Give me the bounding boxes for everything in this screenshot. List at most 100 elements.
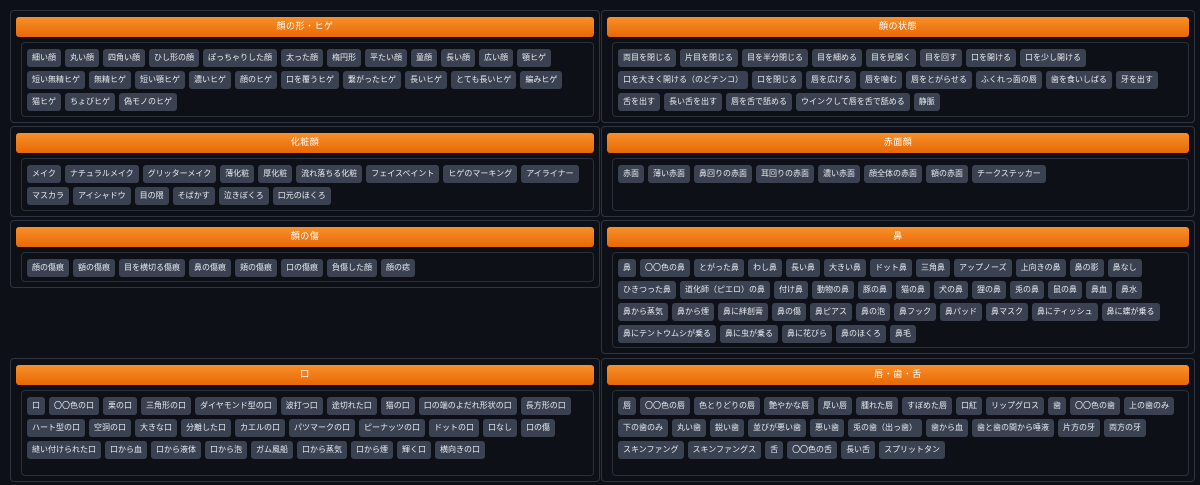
tag-chip[interactable]: 厚化粧	[258, 165, 293, 183]
tag-chip[interactable]: 歯	[1048, 397, 1066, 415]
tag-chip[interactable]: ひし形の顔	[149, 49, 199, 67]
tag-chip[interactable]: 鼻から蒸気	[618, 303, 668, 321]
tag-chip[interactable]: 薄い赤面	[648, 165, 690, 183]
tag-chip[interactable]: ガム風船	[251, 441, 293, 459]
tag-chip[interactable]: 栗の口	[103, 397, 137, 415]
tag-chip[interactable]: 狸の鼻	[972, 281, 1006, 299]
tag-chip[interactable]: 額の傷痕	[73, 259, 115, 277]
tag-chip[interactable]: 鼻血	[1086, 281, 1112, 299]
section-header[interactable]: 口	[16, 365, 594, 385]
tag-chip[interactable]: 口から泡	[205, 441, 247, 459]
tag-chip[interactable]: 厚い唇	[818, 397, 852, 415]
tag-chip[interactable]: 口を大きく開ける（のどチンコ）	[618, 71, 748, 89]
tag-chip[interactable]: 〇〇色の口	[49, 397, 99, 415]
tag-chip[interactable]: 上向きの鼻	[1015, 259, 1066, 277]
tag-chip[interactable]: 鼻パッド	[940, 303, 982, 321]
tag-chip[interactable]: 猫の鼻	[896, 281, 930, 299]
tag-chip[interactable]: 鼻水	[1116, 281, 1142, 299]
tag-chip[interactable]: 負傷した顔	[327, 259, 377, 277]
tag-chip[interactable]: ドットの口	[429, 419, 479, 437]
section-header[interactable]: 唇・歯・舌	[607, 365, 1189, 385]
tag-chip[interactable]: 猫の口	[380, 397, 415, 415]
tag-chip[interactable]: 分離した口	[181, 419, 231, 437]
tag-chip[interactable]: ハート型の口	[27, 419, 85, 437]
tag-chip[interactable]: フェイスペイント	[366, 165, 440, 183]
tag-chip[interactable]: 口から蒸気	[297, 441, 347, 459]
tag-chip[interactable]: 顎ヒゲ	[517, 49, 551, 67]
tag-chip[interactable]: 口を開ける	[966, 49, 1016, 67]
tag-chip[interactable]: スプリットタン	[879, 441, 946, 459]
tag-chip[interactable]: 薄化粧	[220, 165, 255, 183]
tag-chip[interactable]: 猫ヒゲ	[27, 93, 61, 111]
tag-chip[interactable]: 口から血	[105, 441, 147, 459]
tag-chip[interactable]: 唇を広げる	[806, 71, 856, 89]
tag-chip[interactable]: 鼻の泡	[856, 303, 890, 321]
tag-chip[interactable]: 細い顔	[27, 49, 61, 67]
tag-chip[interactable]: 鼻フック	[894, 303, 936, 321]
tag-chip[interactable]: 横向きの口	[435, 441, 485, 459]
tag-chip[interactable]: ヒゲのマーキング	[443, 165, 518, 183]
tag-chip[interactable]: 丸い歯	[672, 419, 706, 437]
tag-chip[interactable]: 唇を噛む	[860, 71, 902, 89]
tag-chip[interactable]: パツマークの口	[289, 419, 355, 437]
tag-chip[interactable]: 上の歯のみ	[1124, 397, 1174, 415]
tag-chip[interactable]: 唇	[618, 397, 636, 415]
tag-chip[interactable]: 鼻毛	[890, 325, 916, 343]
tag-chip[interactable]: 口の端のよだれ形状の口	[418, 397, 517, 415]
tag-chip[interactable]: 口	[27, 397, 45, 415]
tag-chip[interactable]: 濃い赤面	[818, 165, 860, 183]
tag-chip[interactable]: アイシャドウ	[73, 187, 131, 205]
tag-chip[interactable]: 鼻のほくろ	[836, 325, 886, 343]
tag-chip[interactable]: 付け鼻	[774, 281, 808, 299]
tag-chip[interactable]: 鼻回りの赤面	[694, 165, 752, 183]
tag-chip[interactable]: 唇をとがらせる	[906, 71, 972, 89]
tag-chip[interactable]: 目を見開く	[866, 49, 916, 67]
tag-chip[interactable]: 鼻にテントウムシが乗る	[618, 325, 716, 343]
tag-chip[interactable]: 静脈	[913, 93, 940, 111]
tag-chip[interactable]: 腫れた唇	[856, 397, 898, 415]
tag-chip[interactable]: 〇〇色の舌	[787, 441, 838, 459]
tag-chip[interactable]: 目を細める	[812, 49, 862, 67]
tag-chip[interactable]: ナチュラルメイク	[64, 165, 139, 183]
tag-chip[interactable]: 目の隈	[134, 187, 169, 205]
tag-chip[interactable]: 鼻から煙	[672, 303, 714, 321]
tag-chip[interactable]: 三角形の口	[141, 397, 191, 415]
tag-chip[interactable]: 太った顔	[281, 49, 323, 67]
tag-chip[interactable]: 〇〇色の歯	[1070, 397, 1120, 415]
tag-chip[interactable]: 頬の傷痕	[235, 259, 277, 277]
tag-chip[interactable]: 大きな口	[135, 419, 177, 437]
tag-chip[interactable]: 〇〇色の鼻	[640, 259, 690, 277]
tag-chip[interactable]: 無精ヒゲ	[89, 71, 131, 89]
tag-chip[interactable]: 顔の痣	[381, 259, 415, 277]
tag-chip[interactable]: 口を少し開ける	[1020, 49, 1086, 67]
tag-chip[interactable]: 鼻に絆創膏	[718, 303, 768, 321]
tag-chip[interactable]: 歯を食いしばる	[1045, 71, 1112, 89]
tag-chip[interactable]: 道化師（ピエロ）の鼻	[680, 281, 770, 299]
tag-chip[interactable]: とがった鼻	[694, 259, 744, 277]
tag-chip[interactable]: 長い顔	[441, 49, 475, 67]
tag-chip[interactable]: ふくれっ面の唇	[975, 71, 1042, 89]
tag-chip[interactable]: 口紅	[956, 397, 982, 415]
tag-chip[interactable]: 並びが悪い歯	[748, 419, 806, 437]
tag-chip[interactable]: スキンファング	[618, 441, 684, 459]
tag-chip[interactable]: 四角い顔	[103, 49, 145, 67]
tag-chip[interactable]: 口元のほくろ	[272, 187, 331, 205]
tag-chip[interactable]: 短い顎ヒゲ	[135, 71, 185, 89]
tag-chip[interactable]: 長い鼻	[786, 259, 820, 277]
tag-chip[interactable]: 悪い歯	[810, 419, 844, 437]
tag-chip[interactable]: 両目を閉じる	[618, 49, 676, 67]
tag-chip[interactable]: 赤面	[618, 165, 644, 183]
tag-chip[interactable]: 片目を閉じる	[680, 49, 738, 67]
tag-chip[interactable]: 繋がったヒゲ	[343, 71, 401, 89]
tag-chip[interactable]: そばかす	[172, 187, 215, 205]
tag-chip[interactable]: 鼻ピアス	[810, 303, 852, 321]
tag-chip[interactable]: 顔全体の赤面	[864, 165, 922, 183]
tag-chip[interactable]: 泣きぼくろ	[218, 187, 269, 205]
tag-chip[interactable]: 途切れた口	[326, 397, 377, 415]
tag-chip[interactable]: 兎の鼻	[1010, 281, 1044, 299]
section-header[interactable]: 顔の形・ヒゲ	[16, 17, 594, 37]
tag-chip[interactable]: 口を閉じる	[752, 71, 802, 89]
tag-chip[interactable]: ウインクして唇を舌で舐める	[796, 93, 910, 111]
tag-chip[interactable]: 片方の牙	[1058, 419, 1100, 437]
tag-chip[interactable]: 短い無精ヒゲ	[27, 71, 85, 89]
